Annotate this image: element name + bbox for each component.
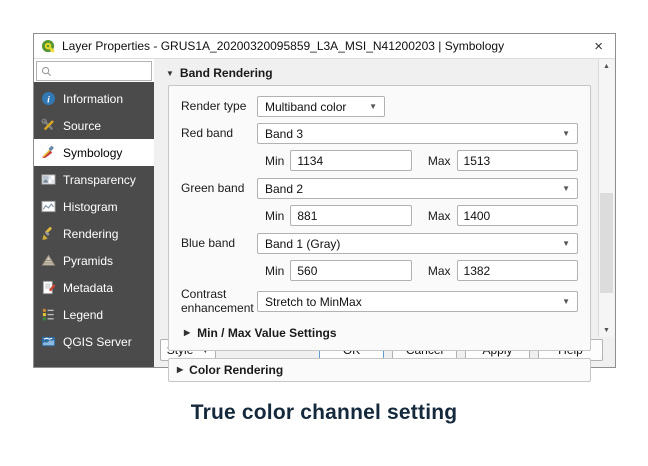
green-band-label: Green band (181, 180, 245, 195)
render-type-label: Render type (181, 98, 247, 113)
collapsed-arrow-icon: ▶ (184, 328, 191, 338)
scroll-down-icon[interactable]: ▼ (599, 323, 614, 337)
title-bar: Layer Properties - GRUS1A_20200320095859… (34, 34, 615, 59)
color-rendering-section-header[interactable]: ▶ Color Rendering (177, 363, 582, 377)
legend-icon (42, 308, 54, 321)
blue-band-label: Blue band (181, 235, 236, 250)
blue-min-label: Min (265, 263, 285, 278)
sidebar-item-symbology[interactable]: Symbology (34, 139, 154, 166)
qgis-logo-icon (41, 39, 56, 54)
green-min-label: Min (265, 208, 285, 223)
blue-max-input[interactable] (456, 260, 579, 281)
color-rendering-frame: ▶ Color Rendering (168, 357, 591, 382)
metadata-icon (42, 280, 56, 295)
sidebar-item-rendering[interactable]: Rendering (34, 220, 154, 247)
sidebar-item-transparency[interactable]: Transparency (34, 166, 154, 193)
sidebar-item-metadata[interactable]: Metadata (34, 274, 154, 301)
sidebar-item-legend[interactable]: Legend (34, 301, 154, 328)
source-icon (41, 118, 54, 130)
sidebar-nav: i Information Source Symbology Transpare… (34, 82, 154, 367)
green-max-input[interactable] (456, 205, 579, 226)
green-band-select[interactable]: Band 2 ▼ (257, 178, 578, 199)
search-input[interactable] (55, 65, 147, 77)
render-type-select[interactable]: Multiband color ▼ (257, 96, 385, 117)
chevron-down-icon: ▼ (562, 297, 570, 307)
close-icon[interactable]: × (590, 38, 607, 55)
blue-band-select[interactable]: Band 1 (Gray) ▼ (257, 233, 578, 254)
red-max-input[interactable] (456, 150, 579, 171)
band-rendering-section-header[interactable]: ▼ Band Rendering (166, 66, 591, 80)
sidebar-item-histogram[interactable]: Histogram (34, 193, 154, 220)
chevron-down-icon: ▼ (562, 184, 570, 193)
red-min-label: Min (265, 153, 285, 168)
band-rendering-frame: Render type Multiband color ▼ Red band B… (168, 85, 591, 351)
scroll-up-icon[interactable]: ▲ (599, 59, 614, 73)
sidebar-item-pyramids[interactable]: Pyramids (34, 247, 154, 274)
minmax-settings-section-header[interactable]: ▶ Min / Max Value Settings (184, 326, 578, 340)
information-icon: i (41, 91, 56, 105)
figure-caption: True color channel setting (190, 401, 458, 424)
qgis-server-icon (41, 336, 56, 347)
green-min-input[interactable] (290, 205, 412, 226)
window-title: Layer Properties - GRUS1A_20200320095859… (62, 39, 505, 53)
sidebar-item-source[interactable]: Source (34, 112, 154, 139)
red-band-label: Red band (181, 125, 234, 140)
red-max-label: Max (427, 153, 451, 168)
contrast-enhancement-label: Contrast enhancement (181, 287, 254, 315)
blue-min-input[interactable] (290, 260, 412, 281)
pyramids-icon (41, 254, 56, 266)
symbology-panel: ▼ Band Rendering Render type Multiband c… (154, 59, 615, 382)
expanded-arrow-icon: ▼ (166, 68, 174, 78)
band-rendering-title: Band Rendering (179, 66, 273, 80)
blue-max-label: Max (427, 263, 451, 278)
transparency-icon (41, 174, 56, 185)
red-min-input[interactable] (290, 150, 412, 171)
sidebar-item-qgis-server[interactable]: QGIS Server (34, 328, 154, 355)
sidebar-search[interactable] (36, 61, 152, 81)
contrast-enhancement-select[interactable]: Stretch to MinMax ▼ (257, 291, 578, 313)
histogram-icon (41, 200, 56, 213)
green-max-label: Max (427, 208, 451, 223)
sidebar-item-information[interactable]: i Information (34, 85, 154, 112)
chevron-down-icon: ▼ (369, 102, 377, 111)
chevron-down-icon: ▼ (562, 239, 570, 248)
symbology-icon (41, 145, 54, 159)
layer-properties-dialog: Layer Properties - GRUS1A_20200320095859… (33, 33, 616, 382)
red-band-select[interactable]: Band 3 ▼ (257, 123, 578, 144)
chevron-down-icon: ▼ (562, 129, 570, 138)
scrollbar-thumb[interactable] (600, 193, 613, 293)
sidebar: i Information Source Symbology Transpare… (34, 59, 154, 367)
search-icon (41, 66, 52, 76)
scrollbar-track[interactable] (599, 73, 614, 323)
rendering-icon (42, 226, 52, 240)
svg-text:i: i (47, 94, 50, 105)
collapsed-arrow-icon: ▶ (177, 365, 184, 375)
vertical-scrollbar[interactable]: ▲ ▼ (598, 59, 614, 337)
